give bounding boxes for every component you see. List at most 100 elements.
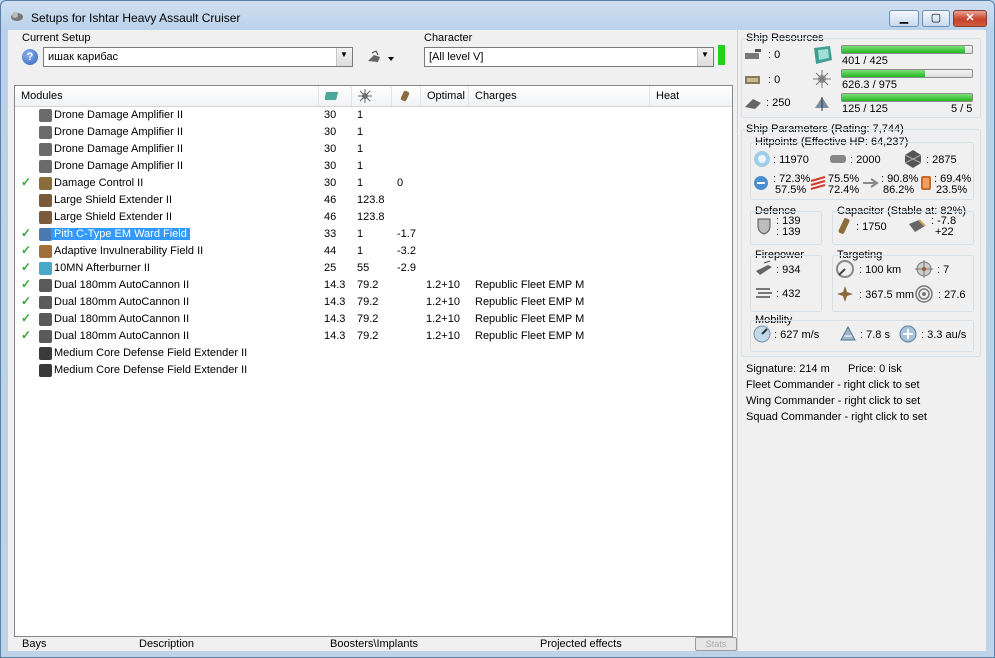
fleet-commander-text[interactable]: Fleet Commander - right click to set [746, 379, 920, 391]
wing-commander-text[interactable]: Wing Commander - right click to set [746, 395, 920, 407]
squad-commander-text[interactable]: Squad Commander - right click to set [746, 411, 927, 423]
header-heat[interactable]: Heat [650, 86, 730, 106]
maximize-button[interactable]: ▢ [922, 10, 950, 27]
active-check-icon[interactable]: ✓ [21, 243, 31, 257]
chevron-down-icon[interactable]: ▼ [336, 48, 352, 66]
active-check-icon[interactable]: ✓ [21, 226, 31, 240]
capacitor-recharge-icon [909, 219, 926, 232]
chevron-down-icon[interactable]: ▼ [697, 48, 713, 66]
kinetic-resist-icon [863, 178, 879, 188]
module-row[interactable]: Large Shield Extender II 46 123.8 [15, 192, 732, 209]
module-powergrid: 123.8 [357, 211, 385, 223]
character-dropdown[interactable]: [All level V] ▼ [424, 47, 714, 67]
header-charges[interactable]: Charges [469, 86, 650, 106]
drone-icon [368, 50, 394, 62]
modules-list[interactable]: Modules Optimal Charges Heat Drone Damag… [14, 85, 733, 637]
active-check-icon[interactable]: ✓ [21, 260, 31, 274]
module-row[interactable]: Drone Damage Amplifier II 30 1 [15, 107, 732, 124]
module-name: Dual 180mm AutoCannon II [54, 279, 190, 291]
drone-menu-button[interactable] [366, 49, 400, 67]
module-powergrid: 79.2 [357, 330, 379, 342]
module-name: Drone Damage Amplifier II [54, 160, 183, 172]
module-capacitor: -1.7 [397, 228, 416, 240]
module-cpu: 30 [324, 177, 337, 189]
header-optimal[interactable]: Optimal [421, 86, 469, 106]
module-powergrid: 1 [357, 245, 364, 257]
active-check-icon[interactable]: ✓ [21, 311, 31, 325]
panel-divider[interactable] [737, 30, 738, 651]
module-powergrid: 1 [357, 143, 364, 155]
stats-button[interactable]: Stats [695, 637, 737, 651]
tab-projected-effects[interactable]: Projected effects [540, 638, 622, 650]
explosive-resist-icon [921, 176, 931, 190]
window-title: Setups for Ishtar Heavy Assault Cruiser [31, 11, 241, 25]
em-armor-resist: 57.5% [775, 184, 807, 196]
warp-speed-value: : 3.3 au/s [921, 329, 967, 341]
module-cpu: 30 [324, 160, 337, 172]
module-powergrid: 79.2 [357, 313, 379, 325]
module-row[interactable]: Large Shield Extender II 46 123.8 [15, 209, 732, 226]
tab-bays[interactable]: Bays [22, 638, 46, 650]
drones-active-value: 5 / 5 [951, 103, 973, 115]
module-charges: Republic Fleet EMP M [475, 296, 585, 308]
title-bar[interactable]: Setups for Ishtar Heavy Assault Cruiser … [1, 1, 994, 31]
defence-values: : 139: 139 [776, 216, 800, 238]
header-powergrid[interactable] [352, 86, 392, 106]
warp-speed-icon [899, 325, 917, 343]
module-cpu: 44 [324, 245, 337, 257]
align-time-value: : 7.8 s [860, 329, 890, 341]
module-row[interactable]: ✓ Dual 180mm AutoCannon II 14.3 79.2 1.2+10 R… [15, 311, 732, 328]
thermal-resist: 75.5% 72.4% [828, 174, 859, 196]
header-modules[interactable]: Modules [15, 86, 319, 106]
module-powergrid: 1 [357, 109, 364, 121]
active-check-icon[interactable]: ✓ [21, 294, 31, 308]
max-targets-value: : 7 [937, 264, 950, 276]
shield-hp-icon [754, 151, 770, 167]
module-charges: Republic Fleet EMP M [475, 279, 585, 291]
tab-description[interactable]: Description [139, 638, 194, 650]
kinetic-resist: : 90.8% 86.2% [881, 174, 918, 196]
autocannon-icon [39, 279, 52, 292]
module-name: Medium Core Defense Field Extender II [54, 364, 248, 376]
module-row[interactable]: ✓ Dual 180mm AutoCannon II 14.3 79.2 1.2+10 R… [15, 277, 732, 294]
header-capacitor[interactable] [392, 86, 421, 106]
module-row[interactable]: Drone Damage Amplifier II 30 1 [15, 124, 732, 141]
tab-boosters-implants[interactable]: Boosters\Implants [330, 638, 418, 650]
close-button[interactable]: ✕ [953, 10, 987, 27]
module-row[interactable]: ✓ Dual 180mm AutoCannon II 14.3 79.2 1.2+10 R… [15, 328, 732, 345]
header-cpu[interactable] [319, 86, 352, 106]
module-powergrid: 123.8 [357, 194, 385, 206]
module-row[interactable]: ✓ 10MN Afterburner II 25 55 -2.9 [15, 260, 732, 277]
module-row[interactable]: ✓ Dual 180mm AutoCannon II 14.3 79.2 1.2+10 R… [15, 294, 732, 311]
module-row[interactable]: Drone Damage Amplifier II 30 1 [15, 158, 732, 175]
active-check-icon[interactable]: ✓ [21, 277, 31, 291]
module-row[interactable]: ✓ Pith C-Type EM Ward Field 33 1 -1.7 [15, 226, 732, 243]
drone-bandwidth-icon [815, 97, 829, 111]
em-resist-icon [754, 176, 768, 190]
modules-header: Modules Optimal Charges Heat [15, 86, 732, 107]
afterburner-icon [39, 262, 52, 275]
autocannon-icon [39, 330, 52, 343]
module-name: Pith C-Type EM Ward Field [51, 228, 190, 240]
drone-damage-amplifier-icon [39, 109, 52, 122]
active-check-icon[interactable]: ✓ [21, 328, 31, 342]
drone-bay-value: : 250 [766, 97, 791, 109]
setup-dropdown[interactable]: ишак карибас ▼ [43, 47, 353, 67]
module-row[interactable]: ✓ Adaptive Invulnerability Field II 44 1 -3.… [15, 243, 732, 260]
active-check-icon[interactable]: ✓ [21, 175, 31, 189]
module-row[interactable]: Drone Damage Amplifier II 30 1 [15, 141, 732, 158]
module-row[interactable]: Medium Core Defense Field Extender II [15, 345, 732, 362]
armor-hp-icon [830, 155, 846, 163]
sensor-strength-icon [915, 285, 933, 303]
targeting-range-value: : 100 km [859, 264, 902, 276]
module-row[interactable]: ✓ Damage Control II 30 1 0 [15, 175, 732, 192]
minimize-icon: ▁ [899, 12, 909, 24]
explosive-resist: : 69.4% 23.5% [934, 174, 971, 196]
module-name: Large Shield Extender II [54, 194, 173, 206]
cpu-icon [324, 92, 339, 100]
module-row[interactable]: Medium Core Defense Field Extender II [15, 362, 732, 379]
module-powergrid: 1 [357, 177, 364, 189]
minimize-button[interactable]: ▁ [889, 10, 919, 27]
dps-value: : 934 [776, 264, 801, 276]
help-icon[interactable]: ? [22, 49, 38, 65]
